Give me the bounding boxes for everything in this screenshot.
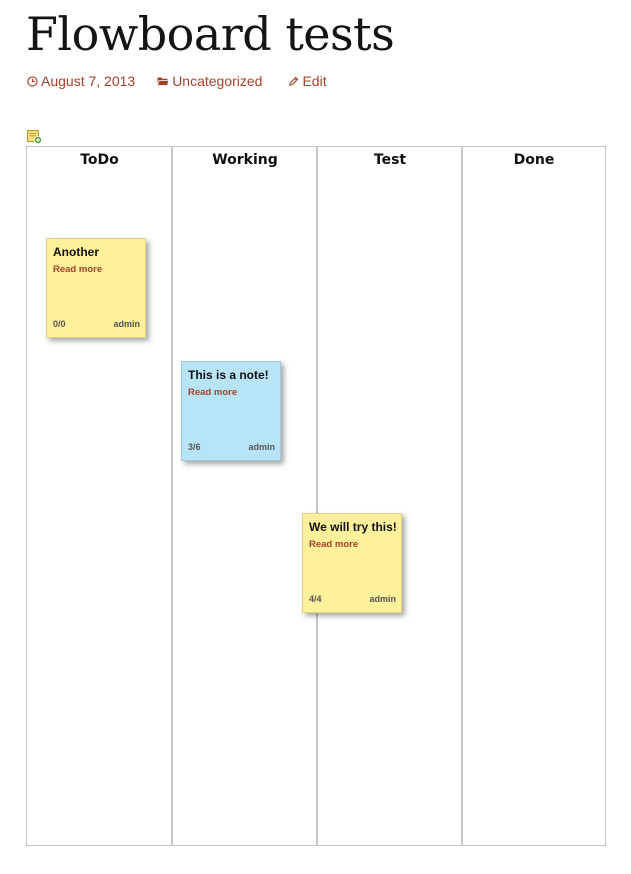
read-more-link[interactable]: Read more: [309, 539, 358, 550]
note-author: admin: [113, 319, 140, 329]
column-test: Test: [316, 147, 462, 845]
note-progress: 3/6: [188, 442, 201, 452]
edit-link[interactable]: Edit: [288, 73, 327, 89]
note-progress: 0/0: [53, 319, 66, 329]
column-header-test: Test: [373, 152, 407, 168]
note-title: This is a note!: [188, 368, 269, 382]
page-title: Flowboard tests: [26, 7, 395, 61]
sticky-note[interactable]: This is a note! Read more 3/6 admin: [181, 361, 281, 461]
sticky-note[interactable]: Another Read more 0/0 admin: [46, 238, 146, 338]
post-meta: August 7, 2013 Uncategorized Edit: [27, 73, 327, 89]
read-more-link[interactable]: Read more: [188, 387, 237, 398]
post-date-link[interactable]: August 7, 2013: [27, 73, 135, 89]
folder-icon: [157, 77, 170, 86]
column-header-working: Working: [212, 152, 278, 168]
edit-label: Edit: [302, 73, 327, 89]
note-author: admin: [248, 442, 275, 452]
note-title: We will try this!: [309, 520, 397, 534]
add-note-icon[interactable]: [27, 130, 42, 144]
clock-icon: [27, 75, 38, 87]
note-author: admin: [369, 594, 396, 604]
pencil-icon: [289, 76, 299, 86]
note-title: Another: [53, 245, 99, 259]
post-date: August 7, 2013: [41, 73, 136, 89]
note-progress: 4/4: [309, 594, 322, 604]
read-more-link[interactable]: Read more: [53, 264, 102, 275]
column-header-todo: ToDo: [80, 152, 119, 168]
post-category: Uncategorized: [172, 73, 263, 89]
column-done: Done: [461, 147, 605, 845]
column-working: Working: [171, 147, 317, 845]
column-header-done: Done: [513, 152, 555, 168]
post-category-link[interactable]: Uncategorized: [157, 73, 262, 89]
sticky-note[interactable]: We will try this! Read more 4/4 admin: [302, 513, 402, 613]
